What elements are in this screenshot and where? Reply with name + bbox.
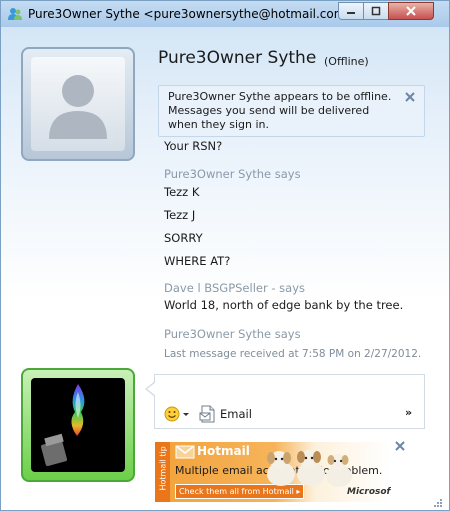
sender-line: Pure3Owner Sythe says — [164, 327, 301, 341]
smiley-icon — [164, 406, 189, 422]
ad-side-strip: Hotmail tip — [155, 442, 170, 502]
close-icon[interactable] — [403, 90, 417, 104]
offline-notice-text: Pure3Owner Sythe appears to be offline. … — [168, 90, 392, 131]
resize-grip-icon[interactable] — [433, 498, 443, 508]
ad-close-icon[interactable] — [395, 441, 405, 451]
ad-side-label: Hotmail tip — [158, 446, 168, 491]
contact-avatar[interactable] — [21, 47, 135, 161]
minimize-icon — [347, 12, 355, 14]
message-text: SORRY — [164, 231, 203, 245]
compose-pointer-fill — [147, 382, 156, 396]
window-title: Pure3Owner Sythe <pure3ownersythe@hotmai… — [28, 7, 356, 21]
hotmail-envelope-icon — [175, 445, 195, 459]
chat-window: Pure3Owner Sythe <pure3ownersythe@hotmai… — [0, 0, 450, 511]
offline-notice: Pure3Owner Sythe appears to be offline. … — [158, 85, 425, 137]
last-message-timestamp: Last message received at 7:58 PM on 2/27… — [164, 348, 422, 360]
email-label: Email — [220, 407, 252, 421]
more-options-button[interactable]: » — [405, 407, 417, 419]
lighter-picture — [31, 378, 125, 472]
maximize-icon — [371, 6, 381, 16]
title-bar[interactable]: Pure3Owner Sythe <pure3ownersythe@hotmai… — [1, 1, 449, 27]
lighter-image — [40, 384, 85, 467]
message-text: World 18, north of edge bank by the tree… — [164, 298, 404, 312]
messenger-icon — [8, 8, 22, 20]
contact-status: (Offline) — [324, 55, 369, 68]
message-input[interactable] — [154, 374, 425, 429]
email-document-icon — [199, 405, 215, 423]
message-text: WHERE AT? — [164, 254, 231, 268]
close-button[interactable] — [388, 2, 434, 20]
puppies-image — [267, 450, 352, 487]
user-silhouette-icon — [49, 75, 107, 139]
message-text: Your RSN? — [164, 139, 223, 153]
ad-hotmail-brand: Hotmail — [197, 444, 250, 458]
message-text: Tezz K — [164, 185, 200, 199]
email-button[interactable]: Email — [199, 404, 259, 424]
close-icon — [406, 6, 416, 16]
default-user-picture — [31, 57, 125, 151]
my-avatar[interactable] — [21, 368, 135, 482]
sender-line: Dave l BSGPSeller - says — [164, 281, 305, 295]
message-text: Tezz J — [164, 208, 196, 222]
maximize-button[interactable] — [363, 2, 389, 20]
sender-line: Pure3Owner Sythe says — [164, 167, 301, 181]
hotmail-ad-banner[interactable]: Hotmail tip Hotmail Multiple email accou… — [155, 442, 391, 502]
minimize-button[interactable] — [338, 2, 364, 20]
emoticon-button[interactable] — [164, 405, 192, 423]
ad-sponsor-logo: Microsoft — [347, 487, 391, 497]
contact-name: Pure3Owner Sythe — [158, 48, 317, 68]
